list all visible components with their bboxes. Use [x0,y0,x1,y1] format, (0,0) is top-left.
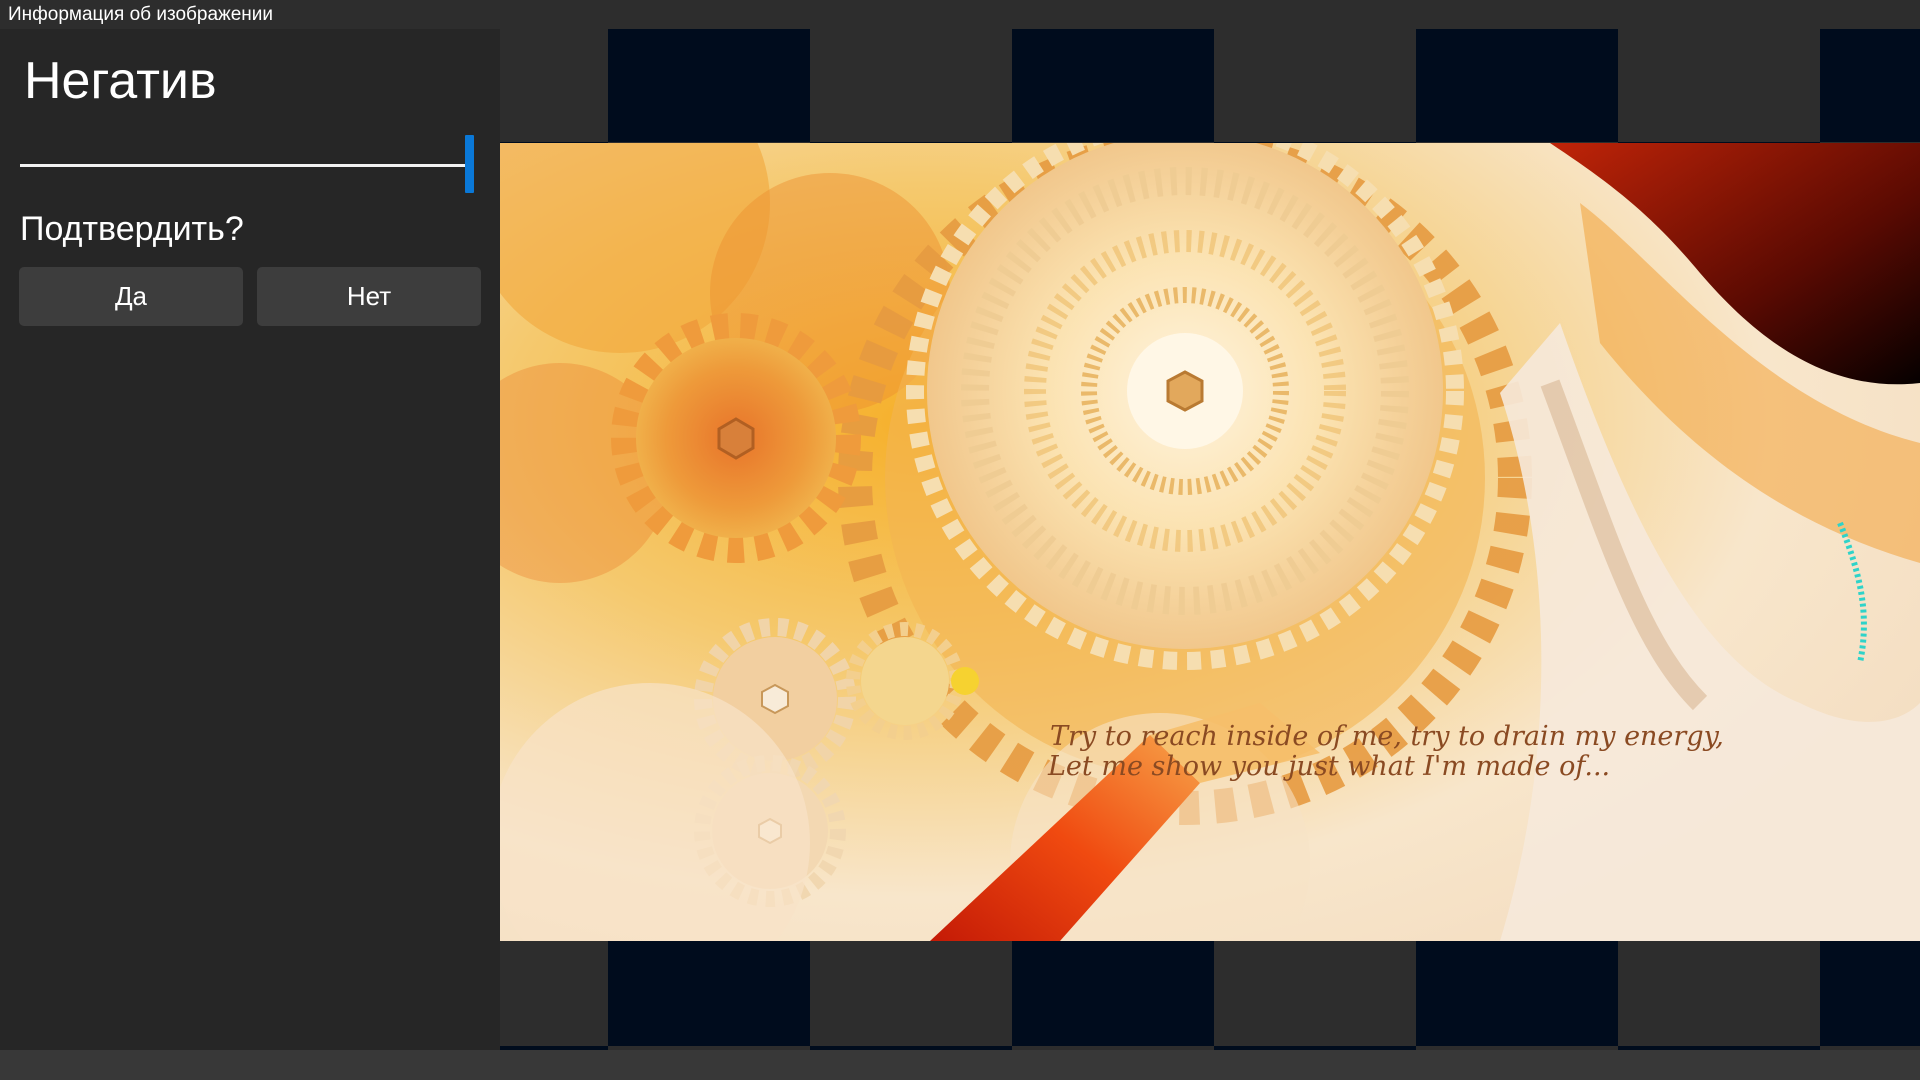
quote-line-1: Try to reach inside of me, try to drain … [1050,721,1724,752]
confirm-no-button[interactable]: Нет [257,267,481,326]
status-bar [0,1050,1920,1080]
slider-thumb[interactable] [465,135,474,193]
slider-track[interactable] [20,164,465,167]
confirm-prompt: Подтвердить? [20,210,244,248]
title-bar: Информация об изображении [0,0,1920,29]
effect-strength-slider[interactable] [20,135,480,195]
effect-panel: Негатив Подтвердить? Да Нет [0,29,500,1050]
image-editor-window: Информация об изображении Негатив Подтве… [0,0,1920,1080]
effect-name-heading: Негатив [24,52,217,110]
window-title: Информация об изображении [8,4,274,25]
confirm-yes-button[interactable]: Да [19,267,243,326]
negative-gears-artwork: Try to reach inside of me, try to drain … [500,143,1920,941]
image-preview[interactable]: Try to reach inside of me, try to drain … [500,143,1920,941]
image-canvas[interactable]: Try to reach inside of me, try to drain … [500,29,1920,1050]
quote-line-2: Let me show you just what I'm made of... [1047,751,1610,782]
